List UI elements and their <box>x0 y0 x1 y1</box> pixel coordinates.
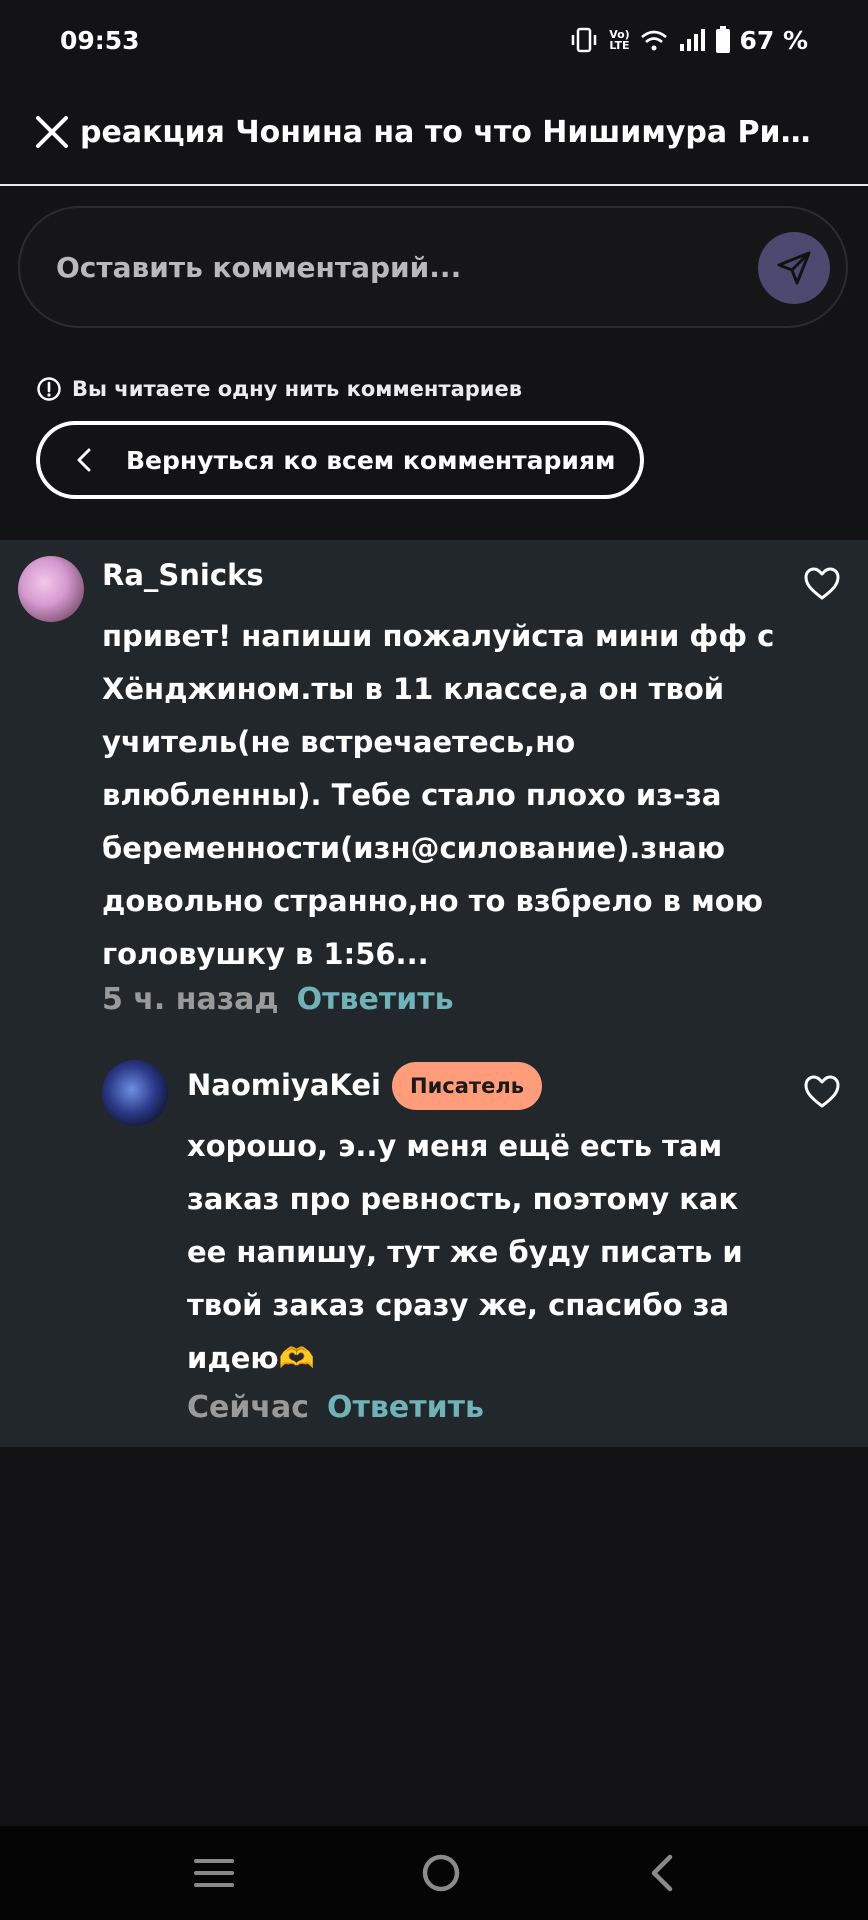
info-icon <box>37 377 61 401</box>
send-button[interactable] <box>758 232 830 304</box>
home-icon <box>422 1854 460 1892</box>
lte-indicator: Vo) LTE <box>609 28 630 52</box>
chevron-left-icon <box>77 448 91 472</box>
back-icon <box>652 1854 673 1892</box>
reply-link[interactable]: Ответить <box>297 982 454 1017</box>
comment-meta: Сейчас Ответить <box>187 1390 484 1425</box>
comment-text: хорошо, э..у меня ещё есть там заказ про… <box>187 1129 743 1375</box>
status-icons: Vo) LTE 67 % <box>569 26 808 55</box>
page-title: реакция Чонина на то что Нишимура Рик... <box>80 114 820 150</box>
back-button[interactable] <box>646 1851 676 1895</box>
recent-apps-button[interactable] <box>192 1855 236 1891</box>
comment-thread: Ra_Snicks привет! напиши пожалуйста мини… <box>0 540 868 1447</box>
vibrate-icon <box>572 27 597 53</box>
header: реакция Чонина на то что Нишимура Рик... <box>0 80 868 186</box>
heart-icon[interactable] <box>802 564 842 604</box>
comment-text: привет! напиши пожалуйста мини фф с Хёнд… <box>102 619 775 971</box>
thread-notice: Вы читаете одну нить комментариев <box>36 376 522 402</box>
comment-time: 5 ч. назад <box>102 982 279 1017</box>
send-icon <box>777 251 811 285</box>
reply-link[interactable]: Ответить <box>327 1390 484 1425</box>
writer-badge: Писатель <box>392 1062 542 1110</box>
back-button-label: Вернуться ко всем комментариям <box>126 445 616 475</box>
thread-notice-text: Вы читаете одну нить комментариев <box>72 377 523 401</box>
close-icon[interactable] <box>34 114 70 150</box>
heart-icon[interactable] <box>802 1072 842 1112</box>
comment-author[interactable]: NaomiyaKei <box>187 1068 381 1102</box>
battery-level: 67 % <box>739 25 808 55</box>
avatar[interactable] <box>102 1060 168 1126</box>
comment-input[interactable] <box>54 249 738 285</box>
back-to-all-comments-button[interactable]: Вернуться ко всем комментариям <box>36 421 644 499</box>
status-bar: 09:53 Vo) LTE 67 % <box>0 0 868 80</box>
comment-time: Сейчас <box>187 1390 310 1425</box>
comment-meta: 5 ч. назад Ответить <box>102 982 454 1017</box>
comment-author[interactable]: Ra_Snicks <box>102 558 264 592</box>
home-button[interactable] <box>419 1851 463 1895</box>
wifi-icon <box>641 30 668 51</box>
status-time: 09:53 <box>60 25 140 55</box>
comment-composer <box>18 206 848 328</box>
signal-icon <box>680 29 706 51</box>
menu-icon <box>193 1859 234 1887</box>
navigation-bar <box>0 1826 868 1920</box>
battery-icon <box>716 26 731 53</box>
avatar[interactable] <box>18 556 84 622</box>
